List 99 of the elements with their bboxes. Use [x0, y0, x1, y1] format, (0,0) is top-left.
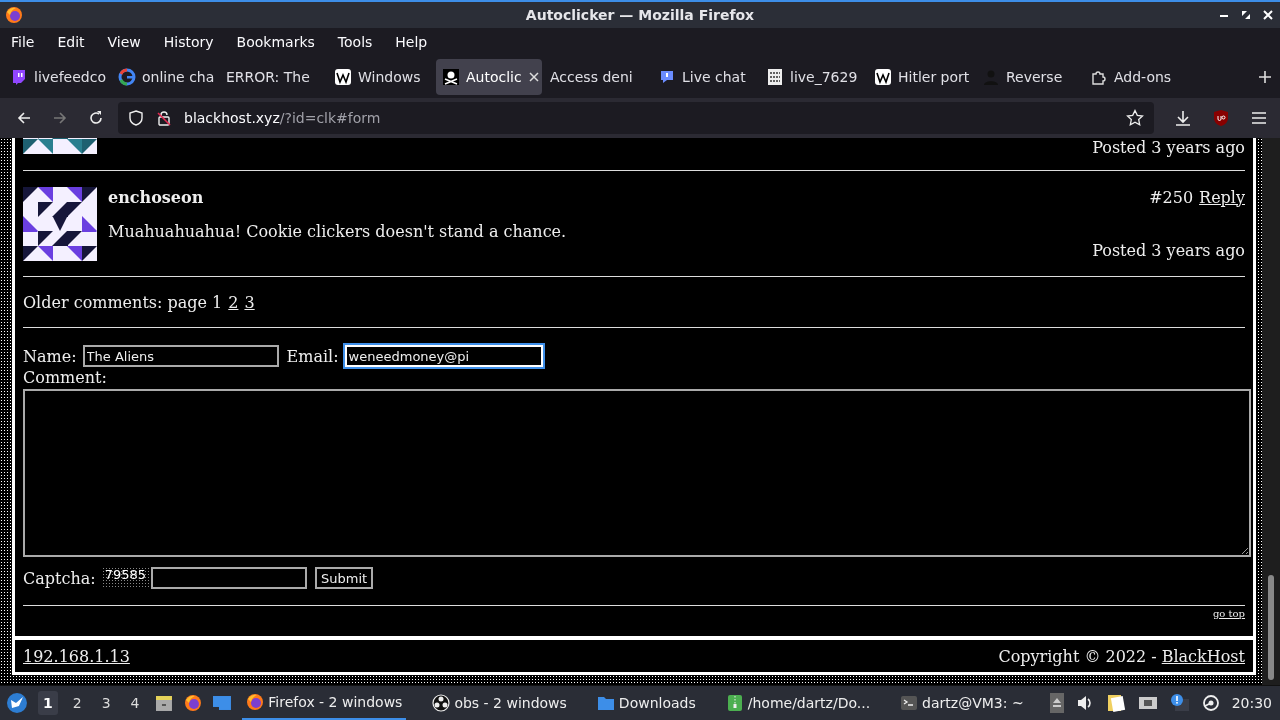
menu-item[interactable]: History: [163, 33, 214, 50]
volume-icon[interactable]: [1075, 694, 1094, 712]
page-link[interactable]: 2: [228, 292, 239, 312]
site-link[interactable]: BlackHost: [1161, 646, 1245, 666]
update-icon[interactable]: [1169, 693, 1190, 713]
back-icon[interactable]: [16, 110, 32, 126]
taskbar-button[interactable]: Downloads: [592, 686, 700, 720]
browser-tab[interactable]: Reverse: [976, 58, 1082, 95]
shield-icon[interactable]: [128, 110, 144, 126]
go-top-link[interactable]: go top: [1212, 608, 1245, 619]
copyright-text: Copyright © 2022 -: [998, 646, 1157, 666]
menu-item[interactable]: View: [107, 33, 141, 50]
browser-tab[interactable]: Autoclic: [436, 58, 542, 95]
folder-icon: [596, 694, 615, 712]
tab-label: Add-ons: [1114, 68, 1172, 85]
submit-button[interactable]: Submit: [315, 567, 374, 589]
obs-icon: [432, 694, 451, 712]
field-label: Captcha:: [23, 568, 96, 588]
taskbar-button[interactable]: dartz@VM3: ~: [896, 686, 1028, 720]
taskbar-button[interactable]: /home/dartz/Do...: [721, 686, 875, 720]
close-icon[interactable]: [527, 70, 540, 83]
scrollbar[interactable]: [1262, 138, 1280, 685]
comment-number: #250: [1149, 187, 1194, 207]
post-date: Posted 3 years ago: [1092, 138, 1245, 158]
url-text: blackhost.xyz/?id=clk#form: [184, 110, 381, 126]
terminal-icon: [900, 694, 919, 712]
post-date: Posted 3 years ago: [1092, 241, 1245, 261]
workspace-button[interactable]: 1: [37, 691, 58, 715]
field-label: Email:: [286, 346, 339, 366]
shield-badge-icon[interactable]: [1212, 109, 1230, 127]
workspace-button[interactable]: 4: [125, 691, 145, 715]
window-title: Autoclicker — Mozilla Firefox: [525, 7, 755, 23]
address-field[interactable]: blackhost.xyz/?id=clk#form: [118, 102, 1154, 134]
workspace-button[interactable]: 3: [96, 691, 116, 715]
pagination-label: Older comments: page 1: [23, 292, 223, 312]
menu-item[interactable]: Help: [395, 33, 428, 50]
new-tab-icon[interactable]: [1258, 69, 1272, 84]
archive-icon: [725, 694, 744, 712]
browser-tab[interactable]: Windows: [328, 58, 434, 95]
captcha-image: 79585: [101, 567, 149, 587]
tab-label: livefeedco: [34, 68, 106, 85]
tab-label: online cha: [142, 68, 215, 85]
field-label: Name:: [23, 346, 77, 366]
browser-tab[interactable]: Add-ons: [1084, 58, 1190, 95]
browser-tab[interactable]: ERROR: The: [220, 58, 326, 95]
email-field[interactable]: weneedmoney@pi: [344, 345, 543, 367]
scrollbar-thumb[interactable]: [1268, 575, 1274, 680]
taskbar-button[interactable]: Firefox - 2 windows: [242, 686, 407, 720]
tab-label: Live chat: [682, 68, 746, 85]
captcha-field[interactable]: [151, 567, 307, 589]
star-icon[interactable]: [1126, 109, 1144, 127]
menu-item[interactable]: Tools: [337, 33, 373, 50]
menu-item[interactable]: Edit: [57, 33, 85, 50]
binary-file-icon: [766, 67, 784, 86]
window-icon[interactable]: [212, 693, 233, 713]
skull-crossbones-icon: [442, 67, 460, 86]
tab-label: Reverse: [1006, 68, 1063, 85]
tab-label: Windows: [358, 68, 421, 85]
start-menu-icon[interactable]: [6, 692, 28, 714]
tab-label: live_7629: [790, 68, 858, 85]
name-field[interactable]: The Aliens: [82, 345, 279, 367]
browser-tab[interactable]: Hitler port: [868, 58, 974, 95]
address-link[interactable]: 192.168.1.13: [23, 646, 130, 666]
forward-icon[interactable]: [52, 110, 68, 126]
browser-tab[interactable]: Live chat: [652, 58, 758, 95]
page-link[interactable]: 3: [244, 292, 255, 312]
maximize-icon[interactable]: [1240, 9, 1252, 21]
notes-icon[interactable]: [1105, 693, 1126, 713]
clock-text: 20:30: [1231, 695, 1272, 711]
browser-tab[interactable]: Access deni: [544, 58, 650, 95]
eject-icon[interactable]: [1049, 693, 1064, 713]
network-icon[interactable]: [1137, 694, 1158, 712]
firefox-icon[interactable]: [184, 694, 203, 712]
g-logo-icon: [118, 67, 136, 86]
taskbar-button[interactable]: obs - 2 windows: [428, 686, 571, 720]
firefox-icon: [5, 6, 23, 24]
w-logo-icon: [874, 67, 892, 86]
browser-tab[interactable]: online cha: [112, 58, 218, 95]
comment-author: enchoseon: [108, 187, 205, 207]
firefox-icon: [246, 693, 265, 711]
lock-icon[interactable]: [156, 110, 172, 126]
browser-tab[interactable]: live_7629: [760, 58, 866, 95]
menu-item[interactable]: File: [11, 33, 35, 50]
tab-label: Autoclic: [466, 68, 522, 85]
workspace-button[interactable]: 2: [67, 691, 87, 715]
w-logo-icon: [334, 67, 352, 86]
browser-tab[interactable]: livefeedco: [4, 58, 110, 95]
comment-text: Muahuahuahua! Cookie clickers doesn't stand a chance.: [108, 222, 568, 242]
comment-field[interactable]: [23, 389, 1251, 557]
menu-item[interactable]: Bookmarks: [236, 33, 315, 50]
reload-icon[interactable]: [88, 110, 104, 126]
field-label: Comment:: [23, 367, 108, 389]
menu-icon[interactable]: [1250, 109, 1268, 127]
download-icon[interactable]: [1174, 109, 1192, 127]
reply-link[interactable]: Reply: [1199, 187, 1245, 207]
tab-label: ERROR: The: [226, 68, 310, 85]
tab-label: Access deni: [550, 68, 633, 85]
file-cabinet-icon[interactable]: [154, 693, 175, 713]
tab-label: Hitler port: [898, 68, 970, 85]
